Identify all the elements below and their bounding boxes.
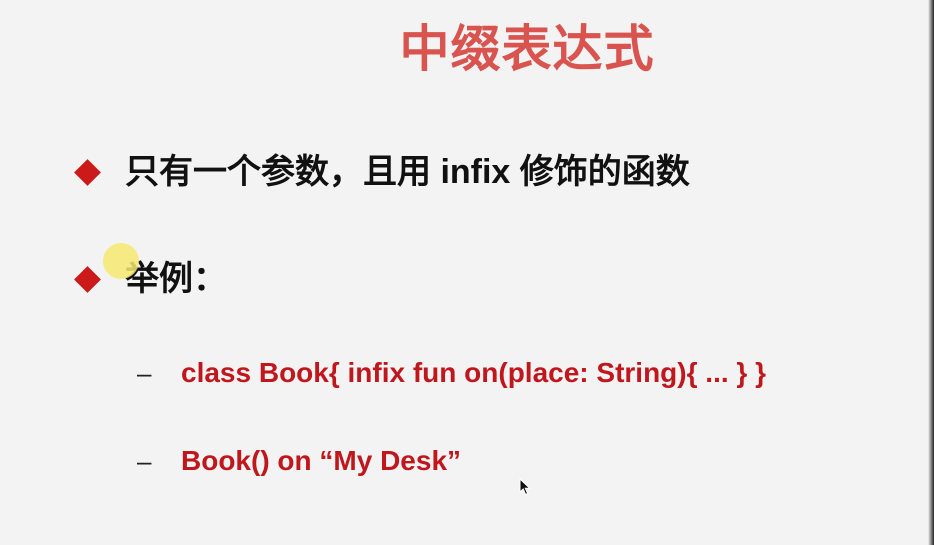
- code-example: class Book{ infix fun on(place: String){…: [181, 357, 766, 388]
- mouse-cursor-icon: [519, 478, 531, 496]
- dash-marker: –: [137, 358, 152, 388]
- diamond-icon: [74, 265, 101, 293]
- bullet-text: 举例：: [125, 260, 227, 298]
- diamond-icon: [74, 158, 101, 186]
- pointer-highlight: [103, 243, 139, 279]
- sub-item-2: – Book() on “My Desk”: [137, 443, 461, 479]
- dash-marker: –: [137, 446, 152, 476]
- slide-title: 中缀表达式: [399, 21, 655, 77]
- bullet-text: 只有一个参数，且用 infix 修饰的函数: [125, 153, 690, 191]
- code-example: Book() on “My Desk”: [181, 445, 462, 476]
- bullet-item-2: 举例：: [74, 257, 227, 301]
- sub-item-1: – class Book{ infix fun on(place: String…: [137, 355, 766, 391]
- bullet-item-1: 只有一个参数，且用 infix 修饰的函数: [74, 150, 690, 194]
- slide: 中缀表达式 只有一个参数，且用 infix 修饰的函数 举例： – class …: [0, 0, 934, 545]
